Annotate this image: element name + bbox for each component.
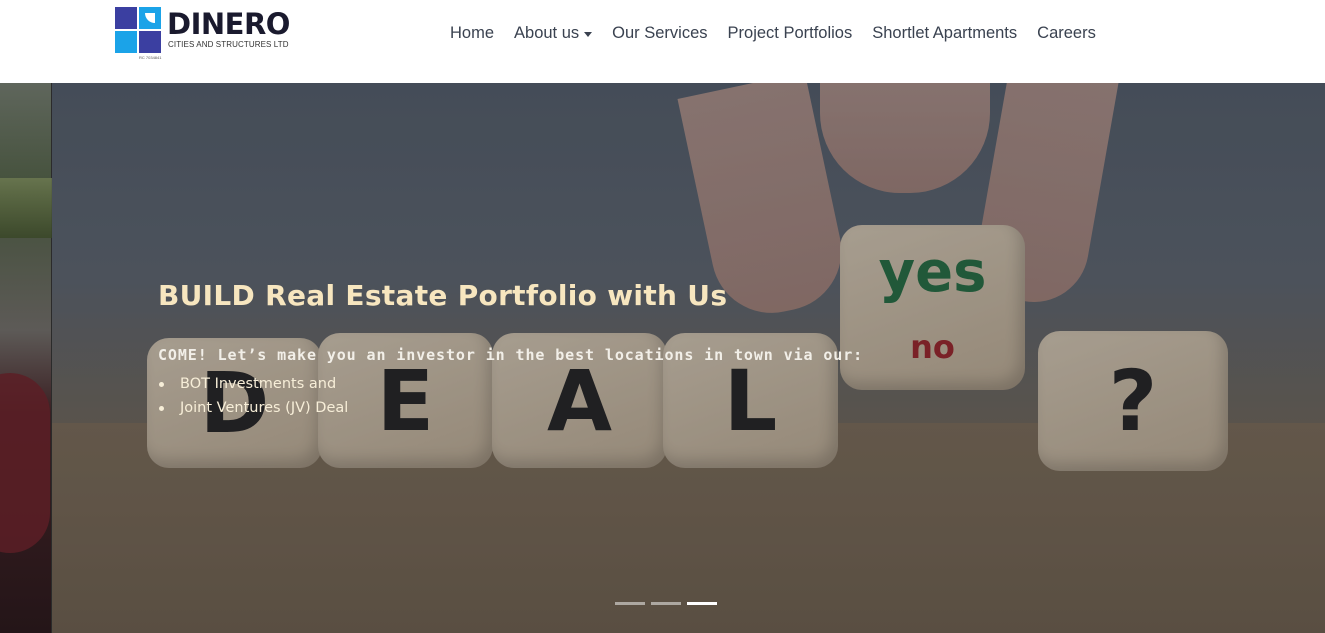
nav-shortlet-apartments[interactable]: Shortlet Apartments [872,24,1017,43]
hero-carousel: D E A L ? yes no BUILD Real Estate Portf… [0,83,1325,633]
hero-bullet-item: BOT Investments and [158,372,863,396]
main-nav: Home About us Our Services Project Portf… [440,20,1106,46]
site-header: DINERO CITIES AND STRUCTURES LTD RC 7034… [0,0,1325,83]
carousel-indicators [615,602,717,605]
nav-home[interactable]: Home [450,24,494,43]
hero-headline: BUILD Real Estate Portfolio with Us [158,279,728,312]
nav-project-portfolios[interactable]: Project Portfolios [728,24,853,43]
brand-subtitle: CITIES AND STRUCTURES LTD [168,40,289,49]
nav-home-label: Home [450,23,495,42]
previous-slide-edge [0,83,52,633]
nav-careers-label: Careers [1037,23,1096,42]
nav-project-portfolios-label: Project Portfolios [727,23,853,42]
nav-shortlet-apartments-label: Shortlet Apartments [872,23,1018,42]
brand-rc-number: RC 7034841 [139,55,162,60]
brand-name: DINERO [167,7,290,41]
logo-mark-icon [115,7,161,53]
nav-our-services-label: Our Services [612,23,708,42]
nav-about-us[interactable]: About us [514,23,593,43]
hero-subline: COME! Let’s make you an investor in the … [158,346,864,364]
caret-down-icon [584,31,593,37]
carousel-indicator-3[interactable] [687,602,717,605]
carousel-indicator-1[interactable] [615,602,645,605]
hero-bullet-list: BOT Investments and Joint Ventures (JV) … [158,372,863,420]
nav-about-us-label: About us [514,23,580,42]
brand-logo[interactable]: DINERO CITIES AND STRUCTURES LTD RC 7034… [115,7,300,62]
hero-caption: BUILD Real Estate Portfolio with Us COME… [158,279,863,420]
hero-bullet-item: Joint Ventures (JV) Deal [158,396,863,420]
nav-careers[interactable]: Careers [1037,24,1096,43]
nav-our-services[interactable]: Our Services [612,24,707,43]
carousel-indicator-2[interactable] [651,602,681,605]
